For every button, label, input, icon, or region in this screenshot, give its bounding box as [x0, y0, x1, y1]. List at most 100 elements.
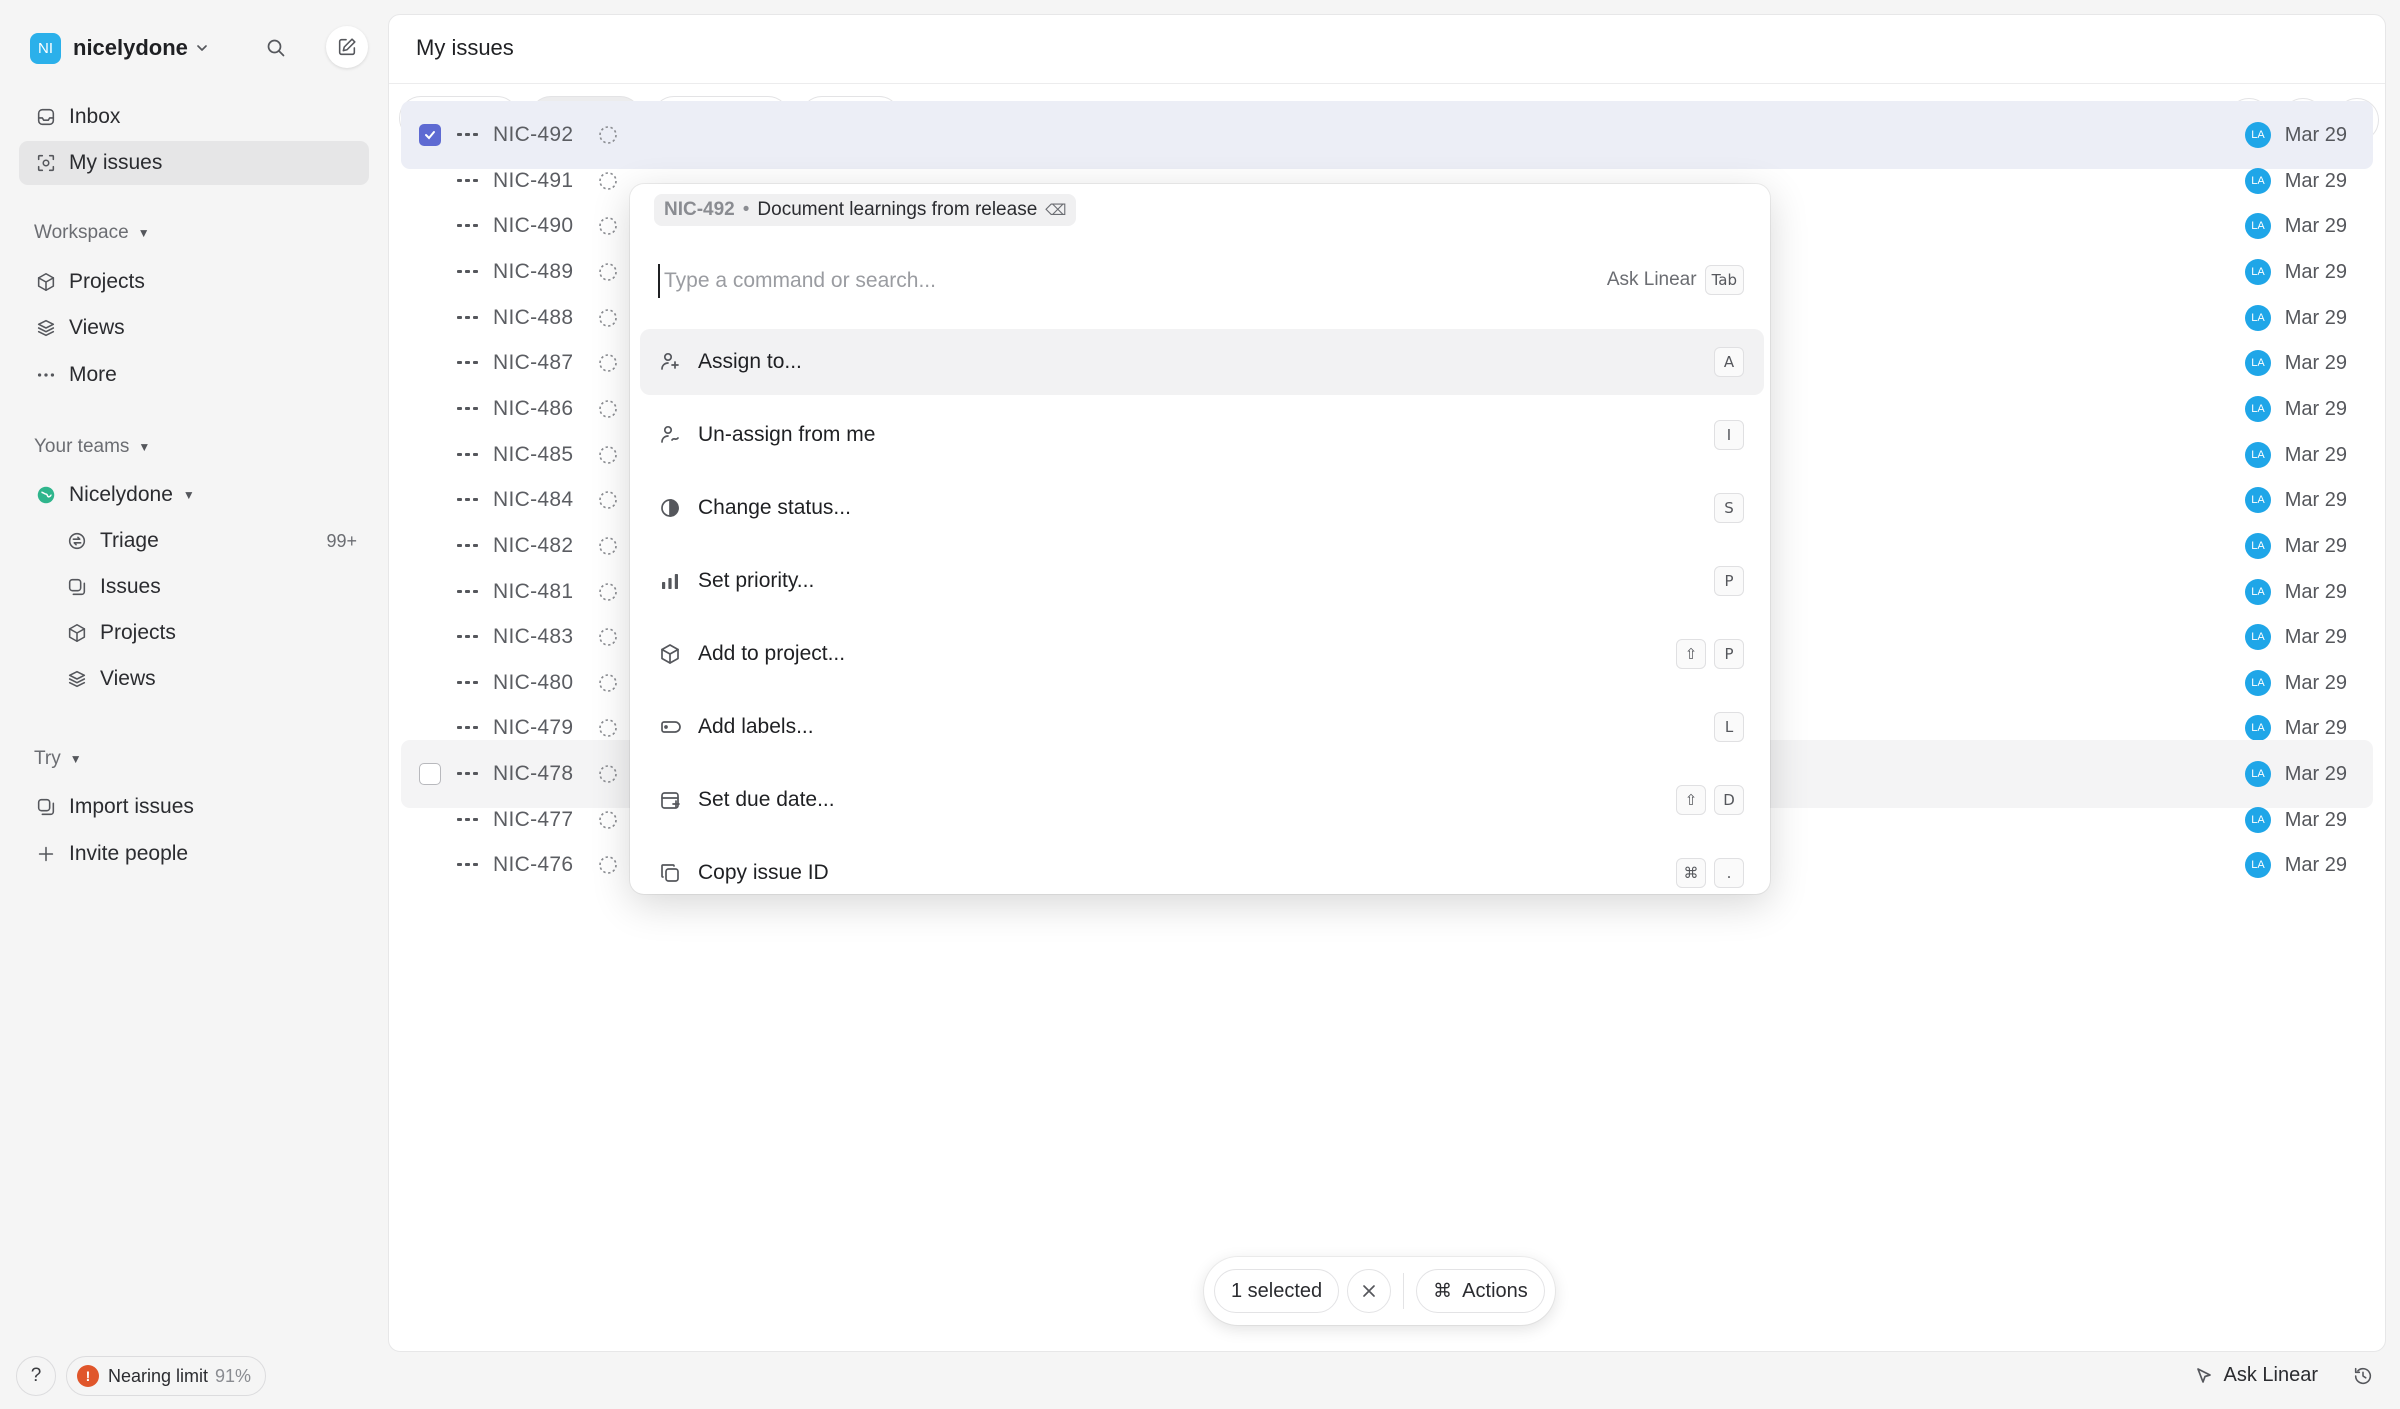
command-item[interactable]: Set priority... P [640, 548, 1764, 614]
priority-none-icon[interactable] [457, 635, 481, 638]
priority-none-icon[interactable] [457, 316, 481, 319]
new-issue-button[interactable] [326, 26, 368, 68]
sidebar-item-more[interactable]: More [19, 353, 369, 397]
assignee-avatar[interactable]: LA [2245, 533, 2271, 559]
history-icon[interactable] [2352, 1365, 2374, 1387]
priority-none-icon[interactable] [457, 133, 481, 136]
assignee-avatar[interactable]: LA [2245, 579, 2271, 605]
priority-none-icon[interactable] [457, 270, 481, 273]
priority-none-icon[interactable] [457, 179, 481, 182]
assignee-avatar[interactable]: LA [2245, 442, 2271, 468]
priority-none-icon[interactable] [457, 590, 481, 593]
status-backlog-icon[interactable] [597, 489, 619, 511]
selected-count[interactable]: 1 selected [1214, 1269, 1340, 1313]
priority-none-icon[interactable] [457, 863, 481, 866]
sidebar-item-my-issues[interactable]: My issues [19, 141, 369, 185]
assignee-avatar[interactable]: LA [2245, 350, 2271, 376]
status-backlog-icon[interactable] [597, 307, 619, 329]
assignee-avatar[interactable]: LA [2245, 487, 2271, 513]
assignee-avatar[interactable]: LA [2245, 624, 2271, 650]
command-item[interactable]: Change status... S [640, 475, 1764, 541]
command-item[interactable]: Un-assign from me I [640, 402, 1764, 468]
sidebar-item-projects[interactable]: Projects [19, 260, 369, 304]
sidebar-item-invite-people[interactable]: Invite people [19, 832, 369, 876]
assignee-avatar[interactable]: LA [2245, 852, 2271, 878]
assignee-avatar[interactable]: LA [2245, 807, 2271, 833]
assignee-avatar[interactable]: LA [2245, 305, 2271, 331]
actions-button[interactable]: ⌘ Actions [1416, 1269, 1545, 1313]
command-shortcut: ⇧ D [1668, 785, 1744, 815]
assignee-avatar[interactable]: LA [2245, 213, 2271, 239]
status-backlog-icon[interactable] [597, 717, 619, 739]
search-icon [267, 39, 285, 57]
assignee-avatar[interactable]: LA [2245, 670, 2271, 696]
row-checkbox[interactable] [419, 124, 441, 146]
priority-none-icon[interactable] [457, 498, 481, 501]
status-backlog-icon[interactable] [597, 215, 619, 237]
search-button[interactable] [264, 36, 288, 60]
status-backlog-icon[interactable] [597, 398, 619, 420]
section-try[interactable]: Try ▼ [34, 748, 82, 770]
remove-context-icon[interactable]: ⌫ [1045, 201, 1066, 219]
priority-none-icon[interactable] [457, 726, 481, 729]
status-backlog-icon[interactable] [597, 170, 619, 192]
sidebar-item-team-projects[interactable]: Projects [50, 611, 369, 655]
sidebar-item-label: Views [100, 667, 156, 690]
status-backlog-icon[interactable] [597, 535, 619, 557]
context-issue-chip[interactable]: NIC-492 • Document learnings from releas… [654, 194, 1077, 226]
usage-limit-pill[interactable]: ! Nearing limit 91% [66, 1356, 267, 1396]
sidebar-item-issues[interactable]: Issues [50, 565, 369, 609]
status-backlog-icon[interactable] [597, 261, 619, 283]
workspace-switcher[interactable]: NI nicelydone [30, 26, 368, 68]
status-backlog-icon[interactable] [597, 352, 619, 374]
ask-linear-button[interactable]: Ask Linear [2194, 1364, 2318, 1387]
assignee-avatar[interactable]: LA [2245, 122, 2271, 148]
priority-none-icon[interactable] [457, 224, 481, 227]
sidebar-item-inbox[interactable]: Inbox [19, 95, 369, 139]
sidebar-item-team[interactable]: Nicelydone ▼ [19, 473, 369, 517]
status-backlog-icon[interactable] [597, 809, 619, 831]
sidebar-item-triage[interactable]: Triage 99+ [50, 519, 369, 563]
assignee-avatar[interactable]: LA [2245, 259, 2271, 285]
command-item[interactable]: Add labels... L [640, 694, 1764, 760]
help-button[interactable]: ? [16, 1356, 56, 1396]
assignee-avatar[interactable]: LA [2245, 715, 2271, 741]
command-item[interactable]: Set due date... ⇧ D [640, 767, 1764, 833]
command-item[interactable]: Add to project... ⇧ P [640, 621, 1764, 687]
status-icon [661, 499, 679, 517]
status-backlog-icon[interactable] [597, 672, 619, 694]
ask-linear-hint[interactable]: Ask Linear Tab [1607, 265, 1744, 295]
assignee-avatar[interactable]: LA [2245, 396, 2271, 422]
status-backlog-icon[interactable] [597, 626, 619, 648]
priority-none-icon[interactable] [457, 818, 481, 821]
assignee-avatar[interactable]: LA [2245, 761, 2271, 787]
command-item[interactable]: Assign to... A [640, 329, 1764, 395]
command-item[interactable]: Copy issue ID ⌘. [640, 840, 1764, 894]
priority-none-icon[interactable] [457, 544, 481, 547]
sidebar-item-team-views[interactable]: Views [50, 657, 369, 701]
sidebar-item-import-issues[interactable]: Import issues [19, 785, 369, 829]
priority-none-icon[interactable] [457, 772, 481, 775]
priority-none-icon[interactable] [457, 407, 481, 410]
issue-date: Mar 29 [2284, 260, 2347, 283]
status-backlog-icon[interactable] [597, 581, 619, 603]
status-backlog-icon[interactable] [597, 763, 619, 785]
clear-selection-button[interactable] [1347, 1269, 1392, 1313]
status-backlog-icon[interactable] [597, 854, 619, 876]
context-issue-title: Document learnings from release [757, 199, 1038, 220]
status-backlog-icon[interactable] [597, 444, 619, 466]
command-shortcut: ⇧ P [1668, 639, 1744, 669]
context-issue-id: NIC-492 [664, 199, 735, 220]
sidebar-item-label: Import issues [69, 795, 194, 818]
sidebar-item-label: Invite people [69, 842, 189, 865]
priority-none-icon[interactable] [457, 453, 481, 456]
priority-none-icon[interactable] [457, 681, 481, 684]
section-workspace[interactable]: Workspace ▼ [34, 222, 150, 244]
row-checkbox[interactable] [419, 763, 441, 785]
status-backlog-icon[interactable] [597, 124, 619, 146]
sidebar-item-views[interactable]: Views [19, 306, 369, 350]
command-search-input[interactable] [658, 264, 1458, 298]
assignee-avatar[interactable]: LA [2245, 168, 2271, 194]
priority-none-icon[interactable] [457, 361, 481, 364]
section-your-teams[interactable]: Your teams ▼ [34, 436, 150, 458]
